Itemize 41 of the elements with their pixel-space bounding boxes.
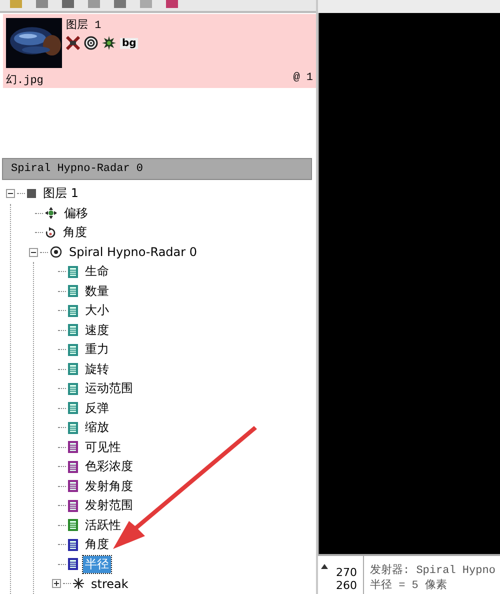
ruler-number: 260	[336, 579, 357, 592]
gear-icon[interactable]	[102, 36, 116, 50]
bg-toggle[interactable]: bg	[120, 38, 138, 48]
tree-item[interactable]: Spiral Hypno-Radar 0	[67, 245, 200, 260]
tree-item[interactable]: 角度	[61, 224, 89, 242]
rotate-icon	[45, 226, 56, 239]
tree-item[interactable]: 可见性	[83, 438, 123, 456]
tree-item[interactable]: 色彩浓度	[83, 458, 135, 476]
info-line: 半径 = 5 像素	[370, 578, 448, 592]
tree-item[interactable]: streak	[89, 576, 130, 591]
tree-item[interactable]: 大小	[83, 302, 111, 320]
tree-item[interactable]: 图层 1	[41, 185, 80, 202]
tree-item[interactable]: 旋转	[83, 360, 111, 378]
square-icon	[27, 189, 36, 198]
tree-item[interactable]: 发射范围	[83, 497, 135, 514]
tree-item[interactable]: 数量	[83, 282, 111, 300]
target-icon[interactable]	[84, 36, 98, 50]
panel-title: Spiral Hypno-Radar 0	[11, 163, 144, 175]
file-name: 幻.jpg	[6, 73, 44, 88]
tree-item[interactable]: 重力	[83, 341, 111, 358]
collapse-toggle[interactable]	[6, 189, 15, 198]
tree-item[interactable]: 反弹	[83, 400, 111, 417]
ruler-number: 270	[336, 566, 357, 579]
tree-item[interactable]: 角度	[83, 536, 111, 554]
move-icon	[45, 207, 57, 220]
layer-index: @ 1	[293, 72, 313, 86]
tree-item[interactable]: 发射角度	[83, 478, 135, 495]
sparkle-icon	[73, 578, 84, 590]
expand-toggle[interactable]	[52, 579, 61, 588]
tree-item[interactable]: 运动范围	[83, 380, 135, 398]
tree-item[interactable]: 缩放	[83, 419, 111, 436]
info-line: 发射器: Spiral Hypno	[370, 563, 496, 577]
tree-item[interactable]: 速度	[83, 322, 111, 339]
layer-card[interactable]: 图层 1 bg 幻.jpg @ 1	[3, 14, 316, 88]
target-icon	[50, 246, 62, 258]
layer-name: 图层 1	[66, 18, 102, 32]
cross-icon[interactable]	[66, 36, 80, 50]
tree-item[interactable]: 活跃性	[83, 516, 123, 534]
collapse-toggle[interactable]	[29, 248, 38, 257]
tree-item[interactable]: 偏移	[62, 204, 90, 222]
tree-item[interactable]: 生命	[83, 263, 111, 280]
